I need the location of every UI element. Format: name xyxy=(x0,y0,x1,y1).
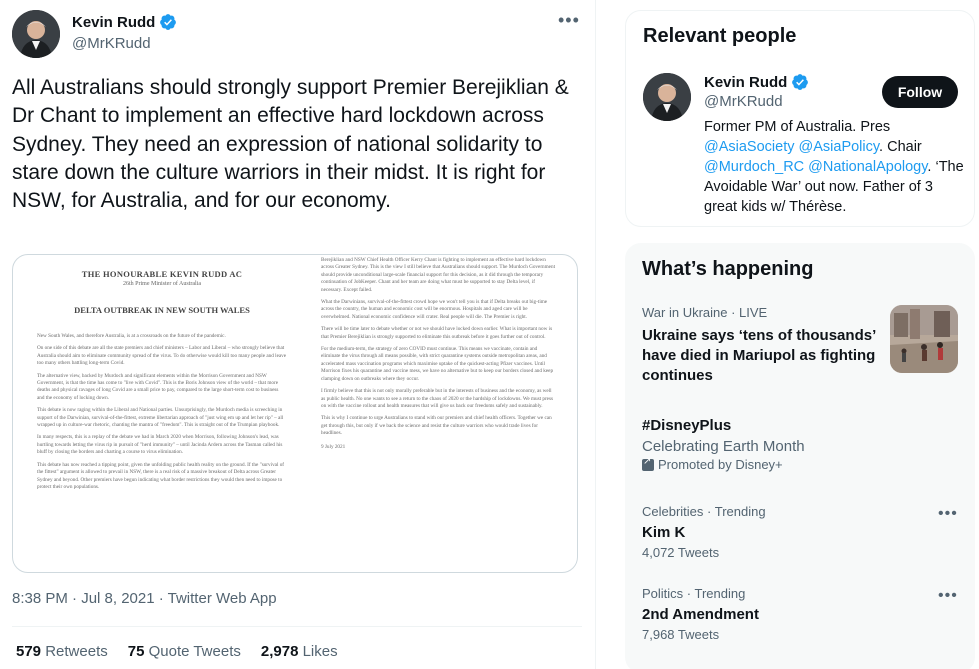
bio-mention-link[interactable]: @Murdoch_RC xyxy=(704,159,804,175)
news-item[interactable]: War in Ukraine · LIVE Ukraine says ‘tens… xyxy=(642,305,882,386)
tweet-text: All Australians should strongly support … xyxy=(12,76,569,213)
trend-count: 4,072 Tweets xyxy=(642,545,720,560)
likes-stat[interactable]: 2,978 Likes xyxy=(261,643,338,660)
follow-button[interactable]: Follow xyxy=(882,76,958,108)
document-subtitle: 26th Prime Minister of Australia xyxy=(123,281,201,287)
promoted-icon xyxy=(642,456,654,471)
quote-tweets-stat[interactable]: 75 Quote Tweets xyxy=(128,643,241,660)
relevant-people-title: Relevant people xyxy=(643,25,797,47)
verified-badge-icon xyxy=(160,14,177,30)
trend-title: 2nd Amendment xyxy=(642,606,759,623)
more-options-icon[interactable]: ••• xyxy=(938,587,958,605)
trend-count: 7,968 Tweets xyxy=(642,627,720,642)
verified-badge-icon xyxy=(792,74,809,90)
trend-item[interactable]: Politics · Trending 2nd Amendment 7,968 … xyxy=(642,586,922,642)
document-paragraph: New South Wales, and therefore Australia… xyxy=(37,333,226,339)
author-name[interactable]: Kevin Rudd xyxy=(72,14,155,31)
bio-mention-link[interactable]: @AsiaPolicy xyxy=(799,139,880,155)
author-name-row: Kevin Rudd xyxy=(72,13,177,31)
avatar[interactable] xyxy=(12,10,60,58)
document-right-column: Berejiklian and NSW Chief Health Officer… xyxy=(321,257,557,456)
document-paragraph: This is why I continue to urge Australia… xyxy=(321,415,552,437)
news-headline: Ukraine says ‘tens of thousands’ have di… xyxy=(642,327,876,384)
promoted-label: Promoted by Disney+ xyxy=(642,456,942,472)
promoted-subtitle: Celebrating Earth Month xyxy=(642,438,805,455)
more-options-icon[interactable]: ••• xyxy=(938,505,958,523)
document-left-column: THE HONOURABLE KEVIN RUDD AC 26th Prime … xyxy=(37,269,287,496)
person-name[interactable]: Kevin Rudd xyxy=(704,74,787,91)
tweet-timestamp[interactable]: 8:38 PM · Jul 8, 2021 · Twitter Web App xyxy=(12,590,277,607)
document-paragraph: I firmly believe that this is not only m… xyxy=(321,388,554,409)
tweet-stats: 579 Retweets 75 Quote Tweets 2,978 Likes xyxy=(16,643,338,660)
document-date: 9 July 2021 xyxy=(321,443,346,450)
relevant-people-card: Relevant people Kevin Rudd @MrKRudd Foll… xyxy=(625,10,975,227)
retweets-stat[interactable]: 579 Retweets xyxy=(16,643,108,660)
avatar[interactable] xyxy=(643,73,691,121)
person-name-row: Kevin Rudd xyxy=(704,73,809,91)
news-context: War in Ukraine · LIVE xyxy=(642,305,768,320)
document-paragraph: In many respects, this is a replay of th… xyxy=(37,434,283,456)
bio-text: . Chair xyxy=(879,139,922,155)
tweet-detail: Kevin Rudd @MrKRudd ••• All Australians … xyxy=(0,0,596,669)
document-paragraph: For the medium-term, the strategy of zer… xyxy=(321,346,554,382)
document-paragraph: Berejiklian and NSW Chief Health Officer… xyxy=(321,257,556,293)
trend-context: Politics · Trending xyxy=(642,586,746,601)
author-handle[interactable]: @MrKRudd xyxy=(72,35,151,52)
person-handle[interactable]: @MrKRudd xyxy=(704,93,783,110)
promoted-title: #DisneyPlus xyxy=(642,417,732,434)
document-paragraph: This debate has now reached a tipping po… xyxy=(37,461,285,490)
document-paragraph: What the Darwinians, survival-of-the-fit… xyxy=(321,299,548,320)
more-options-icon[interactable]: ••• xyxy=(558,10,580,31)
bio-mention-link[interactable]: @AsiaSociety xyxy=(704,139,794,155)
document-paragraph: On one side of this debate are all the s… xyxy=(37,345,287,367)
timestamp-text[interactable]: 8:38 PM · Jul 8, 2021 · Twitter Web App xyxy=(12,590,277,607)
trend-title: Kim K xyxy=(642,524,686,541)
tweet-image-document[interactable]: THE HONOURABLE KEVIN RUDD AC 26th Prime … xyxy=(12,254,578,573)
person-bio: Former PM of Australia. Pres @AsiaSociet… xyxy=(704,117,969,217)
document-title: THE HONOURABLE KEVIN RUDD AC xyxy=(81,269,243,279)
document-heading: DELTA OUTBREAK IN NEW SOUTH WALES xyxy=(74,305,250,315)
trend-item[interactable]: Celebrities · Trending Kim K 4,072 Tweet… xyxy=(642,504,922,560)
promoted-trend[interactable]: #DisneyPlus Celebrating Earth Month Prom… xyxy=(642,416,942,472)
document-paragraph: The alternative view, backed by Murdoch … xyxy=(37,372,279,401)
bio-mention-link[interactable]: @NationalApology xyxy=(808,159,927,175)
promoted-by-text: Promoted by Disney+ xyxy=(658,457,783,472)
document-paragraph: There will be time later to debate wheth… xyxy=(321,326,553,340)
whats-happening-card: What’s happening War in Ukraine · LIVE U… xyxy=(625,243,975,669)
whats-happening-title: What’s happening xyxy=(642,258,814,280)
trend-context: Celebrities · Trending xyxy=(642,504,766,519)
document-paragraph: This debate is now raging within the Lib… xyxy=(37,407,284,429)
news-thumbnail[interactable] xyxy=(890,305,958,373)
divider xyxy=(12,626,582,627)
bio-text: Former PM of Australia. Pres xyxy=(704,119,891,135)
